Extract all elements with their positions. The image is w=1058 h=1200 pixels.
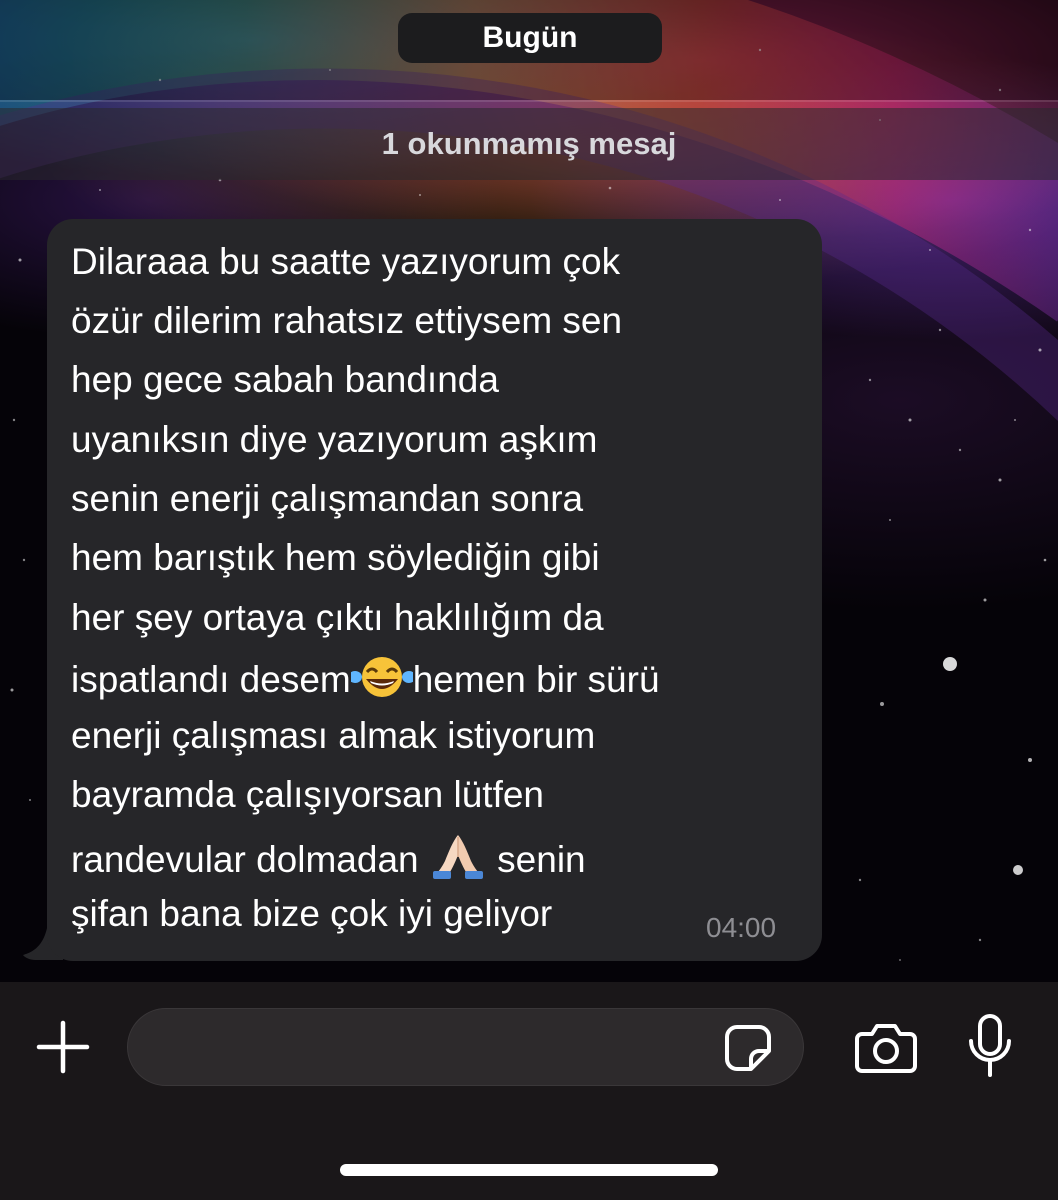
message-text-segment: randevular dolmadan xyxy=(71,839,429,880)
message-text-segment: ispatlandı desem xyxy=(71,659,351,700)
header-divider xyxy=(0,100,1058,102)
home-indicator[interactable] xyxy=(340,1164,718,1176)
message-line: şifan bana bize çok iyi geliyor xyxy=(71,893,553,934)
message-line: hep gece sabah bandında xyxy=(71,359,499,400)
folded-hands-icon xyxy=(429,833,487,889)
message-text-segment: senin xyxy=(486,839,586,880)
voice-record-button[interactable] xyxy=(962,1012,1018,1080)
message-line: hem barıştık hem söylediğin gibi xyxy=(71,537,600,578)
unread-banner-text: 1 okunmamış mesaj xyxy=(381,126,677,161)
message-line: Dilaraaa bu saatte yazıyorum çok xyxy=(71,241,621,282)
plus-icon xyxy=(36,1020,90,1074)
message-line: uyanıksın diye yazıyorum aşkım xyxy=(71,419,598,460)
message-timestamp: 04:00 xyxy=(706,912,777,943)
camera-icon xyxy=(855,1024,917,1073)
date-separator: Bugün xyxy=(398,13,662,63)
sticker-button[interactable] xyxy=(722,1022,774,1074)
face-with-tears-of-joy-icon xyxy=(347,655,416,709)
message-line: özür dilerim rahatsız ettiysem sen xyxy=(71,300,623,341)
message-line: her şey ortaya çıktı haklılığım da xyxy=(71,597,604,638)
chat-screen: Bugün 1 okunmamış mesaj Dilaraaa bu saat… xyxy=(0,0,1058,1200)
message-line: bayramda çalışıyorsan lütfen xyxy=(71,774,545,815)
attach-plus-button[interactable] xyxy=(34,1018,92,1076)
camera-button[interactable] xyxy=(852,1018,920,1076)
message-line: senin enerji çalışmandan sonra xyxy=(71,478,584,519)
message-line: enerji çalışması almak istiyorum xyxy=(71,715,596,756)
sticker-icon xyxy=(725,1025,771,1071)
message-line: randevular dolmadan senin xyxy=(71,833,586,889)
microphone-icon xyxy=(969,1014,1011,1077)
message-line: ispatlandı desem hemen bir sürü xyxy=(71,655,660,709)
unread-banner: 1 okunmamış mesaj xyxy=(0,108,1058,180)
message-input[interactable] xyxy=(127,1008,804,1086)
message-text-segment: hemen bir sürü xyxy=(412,659,660,700)
